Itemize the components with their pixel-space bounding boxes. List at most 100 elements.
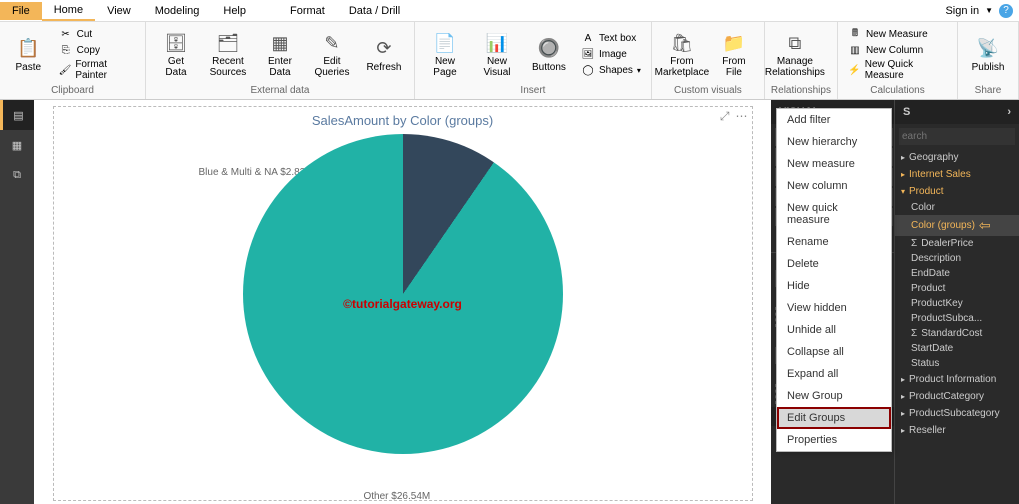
ctx-new-hierarchy[interactable]: New hierarchy (777, 131, 891, 153)
quickmeasure-icon: ⚡ (848, 63, 861, 77)
field-startdate[interactable]: StartDate (895, 341, 1019, 356)
edit-queries-button[interactable]: ✎Edit Queries (308, 28, 356, 80)
recent-sources-button[interactable]: 🗂Recent Sources (204, 28, 252, 80)
tab-help[interactable]: Help (211, 2, 258, 20)
chevron-down-icon[interactable]: ▼ (985, 6, 993, 15)
report-view-button[interactable]: ▤ (0, 100, 34, 130)
get-data-button[interactable]: 🗄Get Data (152, 28, 200, 80)
new-column-button[interactable]: ▥New Column (844, 42, 951, 58)
from-marketplace-button[interactable]: 🛍From Marketplace (658, 28, 706, 80)
help-icon[interactable]: ? (999, 4, 1013, 18)
table-reseller[interactable]: ▸Reseller (895, 422, 1019, 439)
tab-file[interactable]: File (0, 2, 42, 20)
ctx-new-quick-measure[interactable]: New quick measure (777, 197, 891, 231)
ctx-add-filter[interactable]: Add filter (777, 109, 891, 131)
field-standardcost[interactable]: Σ StandardCost (895, 326, 1019, 341)
new-visual-button[interactable]: 📊New Visual (473, 28, 521, 80)
textbox-button[interactable]: AText box (577, 30, 645, 46)
signin-link[interactable]: Sign in (945, 5, 979, 17)
signin-area: Sign in ▼ ? (939, 4, 1019, 18)
report-canvas[interactable]: ⤢ ⋯ SalesAmount by Color (groups) Blue &… (34, 100, 771, 504)
cut-button[interactable]: ✂Cut (55, 26, 139, 42)
ctx-new-column[interactable]: New column (777, 175, 891, 197)
tab-datadrill[interactable]: Data / Drill (337, 2, 412, 20)
menu-tabs: File Home View Modeling Help Format Data… (0, 0, 1019, 22)
field-color-groups[interactable]: Color (groups)⇦ (895, 215, 1019, 236)
refresh-button[interactable]: ⟳Refresh (360, 34, 408, 75)
ctx-properties[interactable]: Properties (777, 429, 891, 451)
table-product[interactable]: ▾Product (895, 183, 1019, 200)
more-options-icon[interactable]: ⋯ (736, 109, 748, 124)
fields-panel: S› ▸Geography ▸Internet Sales ▾Product C… (895, 100, 1019, 504)
data-label-2: Other $26.54M (364, 491, 431, 502)
new-measure-button[interactable]: 🖩New Measure (844, 26, 951, 42)
newvisual-icon: 📊 (484, 30, 510, 56)
enterdata-icon: ▦ (267, 30, 293, 56)
cut-icon: ✂ (59, 27, 73, 41)
field-description[interactable]: Description (895, 251, 1019, 266)
table-geography[interactable]: ▸Geography (895, 149, 1019, 166)
table-productcategory[interactable]: ▸ProductCategory (895, 388, 1019, 405)
model-view-button[interactable]: ⧉ (0, 160, 34, 190)
ctx-new-group[interactable]: New Group (777, 385, 891, 407)
field-enddate[interactable]: EndDate (895, 266, 1019, 281)
newpage-icon: 📄 (432, 30, 458, 56)
field-product[interactable]: Product (895, 281, 1019, 296)
tab-view[interactable]: View (95, 2, 143, 20)
pie-body (243, 134, 563, 454)
copy-button[interactable]: ⎘Copy (55, 42, 139, 58)
left-nav: ▤ ▦ ⧉ (0, 100, 34, 504)
enter-data-button[interactable]: ▦Enter Data (256, 28, 304, 80)
pie-chart-visual[interactable]: ⤢ ⋯ SalesAmount by Color (groups) Blue &… (53, 106, 753, 501)
table-internet-sales[interactable]: ▸Internet Sales (895, 166, 1019, 183)
column-icon: ▥ (848, 43, 862, 57)
tab-modeling[interactable]: Modeling (143, 2, 212, 20)
from-file-button[interactable]: 📁From File (710, 28, 758, 80)
field-productsubca[interactable]: ProductSubca... (895, 311, 1019, 326)
visual-header-actions: ⤢ ⋯ (720, 109, 748, 124)
group-custom-label: Custom visuals (658, 84, 758, 97)
arrow-indicator-icon: ⇦ (979, 217, 991, 234)
ctx-hide[interactable]: Hide (777, 275, 891, 297)
chart-title: SalesAmount by Color (groups) (54, 107, 752, 134)
field-color[interactable]: Color (895, 200, 1019, 215)
watermark: ©tutorialgateway.org (343, 297, 462, 311)
image-button[interactable]: 🖼Image (577, 46, 645, 62)
getdata-icon: 🗄 (163, 30, 189, 56)
table-productsubcategory[interactable]: ▸ProductSubcategory (895, 405, 1019, 422)
field-status[interactable]: Status (895, 356, 1019, 371)
fromfile-icon: 📁 (721, 30, 747, 56)
shapes-button[interactable]: ◯Shapes▾ (577, 62, 645, 78)
paste-button[interactable]: 📋Paste (6, 34, 51, 75)
editqueries-icon: ✎ (319, 30, 345, 56)
new-page-button[interactable]: 📄New Page (421, 28, 469, 80)
field-dealerprice[interactable]: Σ DealerPrice (895, 236, 1019, 251)
ctx-unhide-all[interactable]: Unhide all (777, 319, 891, 341)
data-view-button[interactable]: ▦ (0, 130, 34, 160)
field-productkey[interactable]: ProductKey (895, 296, 1019, 311)
tab-format[interactable]: Format (278, 2, 337, 20)
publish-button[interactable]: 📡Publish (964, 34, 1012, 75)
table-product-information[interactable]: ▸Product Information (895, 371, 1019, 388)
ctx-view-hidden[interactable]: View hidden (777, 297, 891, 319)
chevron-right-icon[interactable]: › (1007, 106, 1011, 118)
marketplace-icon: 🛍 (669, 30, 695, 56)
ctx-collapse-all[interactable]: Collapse all (777, 341, 891, 363)
search-input[interactable] (899, 128, 1015, 145)
manage-relationships-button[interactable]: ⧉Manage Relationships (771, 28, 819, 80)
ctx-rename[interactable]: Rename (777, 231, 891, 253)
ctx-new-measure[interactable]: New measure (777, 153, 891, 175)
ctx-delete[interactable]: Delete (777, 253, 891, 275)
tab-home[interactable]: Home (42, 1, 95, 21)
buttons-button[interactable]: 🔘Buttons (525, 34, 573, 75)
new-quick-measure-button[interactable]: ⚡New Quick Measure (844, 58, 951, 82)
pie-slices[interactable] (243, 134, 563, 454)
fields-header[interactable]: S› (895, 100, 1019, 124)
focus-mode-icon[interactable]: ⤢ (720, 109, 730, 124)
publish-icon: 📡 (975, 36, 1001, 62)
ctx-edit-groups[interactable]: Edit Groups (777, 407, 891, 429)
refresh-icon: ⟳ (371, 36, 397, 62)
ctx-expand-all[interactable]: Expand all (777, 363, 891, 385)
buttons-icon: 🔘 (536, 36, 562, 62)
format-painter-button[interactable]: 🖌Format Painter (55, 58, 139, 82)
